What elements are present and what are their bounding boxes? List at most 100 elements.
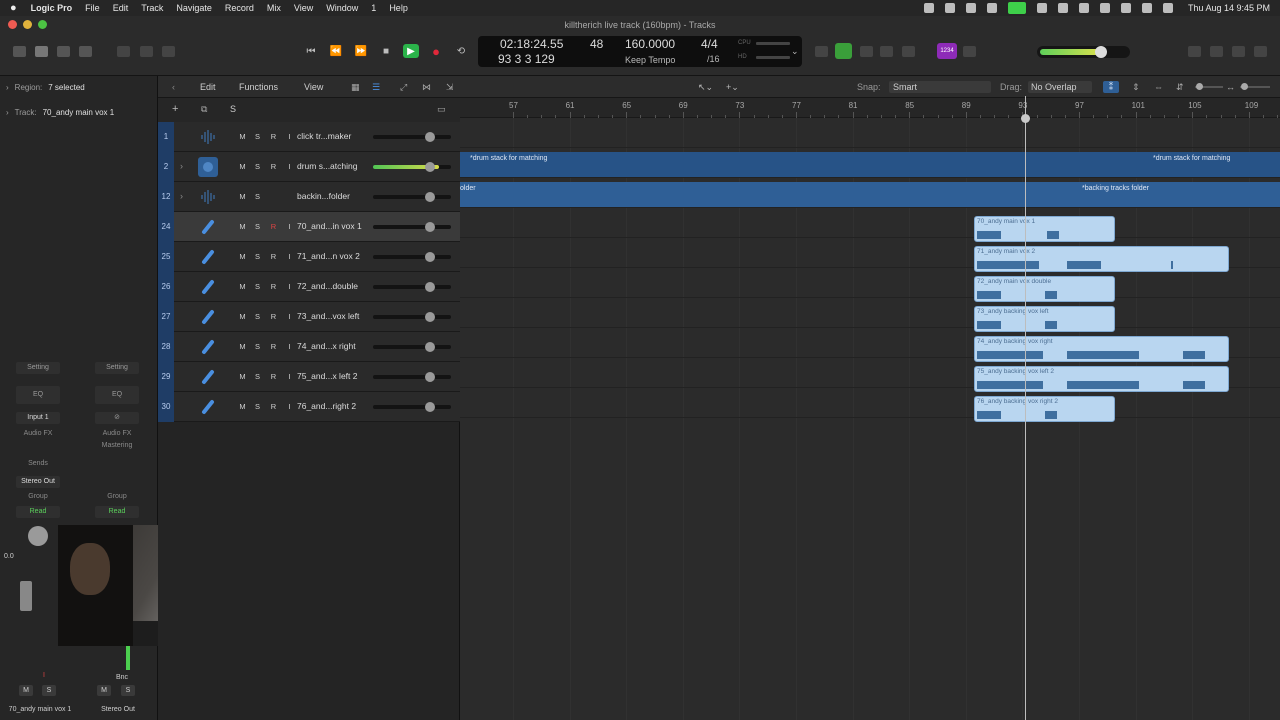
- global-tracks-icon[interactable]: ▭: [437, 104, 446, 115]
- menu-view[interactable]: View: [294, 3, 313, 13]
- drag-select[interactable]: No Overlap: [1028, 81, 1092, 93]
- track-row[interactable]: 12 › M Sbackin...folder: [158, 182, 460, 212]
- list-view-icon[interactable]: ☰: [372, 82, 380, 93]
- record-enable-button[interactable]: R: [268, 131, 279, 142]
- strip2-automation[interactable]: Read: [95, 506, 139, 518]
- strip1-automation[interactable]: Read: [16, 506, 60, 518]
- solo-button[interactable]: S: [252, 251, 263, 262]
- track-row[interactable]: 24 M S R I 70_and...in vox 1: [158, 212, 460, 242]
- solo-button[interactable]: S: [252, 371, 263, 382]
- strip2-mute-button[interactable]: M: [97, 685, 111, 696]
- track-height-icon[interactable]: ⇵: [1176, 82, 1184, 93]
- input-monitor-button[interactable]: I: [284, 371, 295, 382]
- waveform-icon[interactable]: [198, 187, 218, 207]
- folder-lane[interactable]: *drum stack for matching *drum stack for …: [460, 152, 1280, 178]
- input-monitor-button[interactable]: I: [284, 251, 295, 262]
- menu-record[interactable]: Record: [225, 3, 254, 13]
- snap-select[interactable]: Smart: [889, 81, 991, 93]
- track-name[interactable]: 72_and...double: [297, 281, 358, 291]
- track-inspector-row[interactable]: › Track: 70_andy main vox 1: [6, 108, 114, 117]
- volume-knob[interactable]: [425, 222, 435, 232]
- track-lane[interactable]: [460, 118, 1280, 148]
- track-row[interactable]: 27 M S R I 73_and...vox left: [158, 302, 460, 332]
- strip2-eq[interactable]: EQ: [95, 386, 139, 404]
- mixer-icon[interactable]: [140, 46, 153, 57]
- track-row[interactable]: 28 M S R I 74_and...x right: [158, 332, 460, 362]
- status-icon[interactable]: [944, 3, 955, 13]
- record-enable-button[interactable]: R: [268, 281, 279, 292]
- menu-navigate[interactable]: Navigate: [176, 3, 212, 13]
- lcd-display[interactable]: 02:18:24.55 93 3 3 129 48 160.0000 Keep …: [478, 36, 802, 67]
- view-menu[interactable]: View: [304, 82, 323, 92]
- menu-mix[interactable]: Mix: [267, 3, 281, 13]
- track-row[interactable]: 1 M S R Iclick tr...maker: [158, 122, 460, 152]
- status-icon[interactable]: [1036, 3, 1047, 13]
- loop-browser-icon[interactable]: [1232, 46, 1245, 57]
- solo-button[interactable]: S: [252, 281, 263, 292]
- volume-knob[interactable]: [425, 402, 435, 412]
- record-enable-button[interactable]: R: [268, 341, 279, 352]
- mute-button[interactable]: M: [237, 311, 248, 322]
- play-icon[interactable]: ▶: [403, 44, 419, 58]
- functions-menu[interactable]: Functions: [239, 82, 278, 92]
- horizontal-zoom-label-icon[interactable]: ↔: [1226, 82, 1235, 92]
- playhead[interactable]: [1025, 96, 1026, 720]
- input-monitor-button[interactable]: I: [284, 221, 295, 232]
- rewind-icon[interactable]: ⏪: [328, 44, 344, 58]
- track-row[interactable]: 25 M S R I 71_and...n vox 2: [158, 242, 460, 272]
- siri-icon[interactable]: [1162, 3, 1173, 13]
- secondary-tool-icon[interactable]: +⌄: [726, 82, 739, 93]
- mute-button[interactable]: M: [237, 131, 248, 142]
- volume-knob[interactable]: [425, 162, 435, 172]
- track-lane[interactable]: [460, 268, 1280, 298]
- menu-1[interactable]: 1: [371, 3, 376, 13]
- track-lane[interactable]: [460, 208, 1280, 238]
- track-volume-slider[interactable]: [373, 252, 451, 262]
- inspector-icon[interactable]: [35, 46, 48, 57]
- strip1-volume-fader[interactable]: [20, 581, 32, 611]
- track-name[interactable]: 75_and...x left 2: [297, 371, 358, 381]
- track-lane[interactable]: [460, 388, 1280, 418]
- mic-icon[interactable]: [198, 367, 218, 387]
- input-monitor-button[interactable]: I: [284, 341, 295, 352]
- clock[interactable]: Thu Aug 14 9:45 PM: [1188, 3, 1270, 13]
- track-volume-slider[interactable]: [373, 162, 451, 172]
- track-volume-slider[interactable]: [373, 372, 451, 382]
- strip1-output[interactable]: Stereo Out: [16, 476, 60, 488]
- waveform-zoom-icon[interactable]: ⁑: [1103, 81, 1119, 93]
- folder-stack-icon[interactable]: [198, 157, 218, 177]
- pointer-tool-icon[interactable]: ↖⌄: [698, 82, 713, 93]
- menu-track[interactable]: Track: [141, 3, 163, 13]
- mic-icon[interactable]: [198, 337, 218, 357]
- metronome-icon[interactable]: [860, 46, 873, 57]
- low-latency-icon[interactable]: [835, 43, 852, 59]
- cycle-icon[interactable]: ⟲: [453, 44, 469, 58]
- menu-window[interactable]: Window: [326, 3, 358, 13]
- playhead-handle[interactable]: [1021, 114, 1030, 123]
- status-icon[interactable]: [923, 3, 934, 13]
- volume-knob[interactable]: [425, 132, 435, 142]
- strip2-bounce[interactable]: Bnc: [107, 674, 137, 681]
- automation-icon[interactable]: ⤢: [400, 82, 407, 93]
- lcd-signature[interactable]: 4/4: [701, 37, 718, 51]
- track-row[interactable]: 26 M S R I 72_and...double: [158, 272, 460, 302]
- track-row[interactable]: 29 M S R I 75_and...x left 2: [158, 362, 460, 392]
- volume-icon[interactable]: [1057, 3, 1068, 13]
- mute-button[interactable]: M: [237, 281, 248, 292]
- lcd-tempo-mode[interactable]: Keep Tempo: [625, 55, 675, 65]
- menu-edit[interactable]: Edit: [113, 3, 129, 13]
- mute-button[interactable]: M: [237, 251, 248, 262]
- mic-icon[interactable]: [198, 277, 218, 297]
- fast-forward-icon[interactable]: ⏩: [353, 44, 369, 58]
- mic-icon[interactable]: [198, 307, 218, 327]
- input-monitor-button[interactable]: I: [284, 161, 295, 172]
- duplicate-track-icon[interactable]: ⧉: [201, 104, 207, 115]
- strip2-mastering[interactable]: Mastering: [95, 442, 139, 449]
- tools-icon[interactable]: [880, 46, 893, 57]
- count-in-icon[interactable]: [902, 46, 915, 57]
- disclosure-icon[interactable]: ›: [180, 191, 183, 201]
- solo-button[interactable]: S: [252, 341, 263, 352]
- mute-button[interactable]: M: [237, 401, 248, 412]
- vertical-zoom-knob[interactable]: [1196, 83, 1203, 90]
- volume-knob[interactable]: [425, 312, 435, 322]
